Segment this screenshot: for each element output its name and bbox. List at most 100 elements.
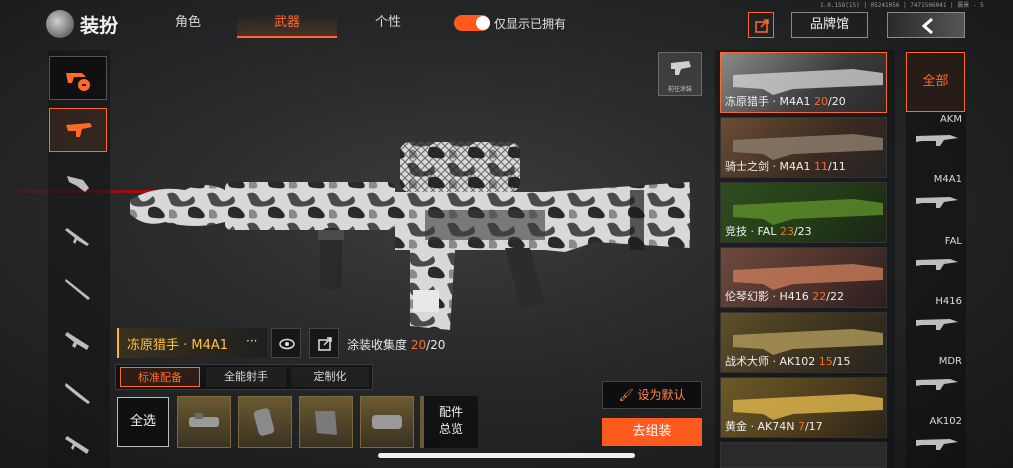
skin-count-total: /22 <box>826 290 844 303</box>
filter-label-mdr[interactable]: MDR <box>906 356 962 367</box>
skin-card-label: 伦琴幻影 · H416 22/22 <box>725 288 844 304</box>
skin-thumbnail <box>733 134 883 160</box>
skin-thumbnail <box>733 329 883 355</box>
skin-count-total: /20 <box>828 95 846 108</box>
stock-attachment-icon <box>315 411 337 435</box>
skin-name: 战术大师 · AK102 <box>725 355 819 368</box>
skin-thumbnail <box>733 69 883 95</box>
assault-rifle-icon <box>66 123 92 137</box>
filter-label-fal[interactable]: FAL <box>906 236 962 247</box>
ak102-icon[interactable] <box>914 434 960 452</box>
lock-tag-icon <box>66 73 90 91</box>
share-button[interactable] <box>748 12 774 38</box>
skin-count-current: 22 <box>812 290 827 303</box>
spray-gun-icon <box>671 61 691 75</box>
tab-weapon[interactable]: 武器 <box>237 14 337 38</box>
set-default-button[interactable]: 🖌 设为默认 <box>602 381 702 409</box>
skin-card[interactable]: 竞技 · FAL 23/23 <box>720 182 887 243</box>
more-options-button[interactable]: ··· <box>246 334 266 348</box>
skin-count-total: /23 <box>793 225 812 238</box>
filter-all[interactable]: 全部 <box>906 52 965 112</box>
skin-count-current: 11 <box>814 160 828 173</box>
tab-standard-loadout[interactable]: 标准配备 <box>120 367 200 387</box>
version-text: 1.0.158(15) | 05241056 | 7471506041 | 晨景… <box>820 2 984 9</box>
skin-card-label: 黄金 · AK74N 7/17 <box>725 418 823 434</box>
toggle-knob <box>476 16 490 30</box>
sidebar-item-rifle[interactable] <box>49 370 107 414</box>
sidebar-item-smg[interactable] <box>49 162 107 206</box>
fal-icon[interactable] <box>914 254 960 272</box>
skin-count-current: 23 <box>779 225 794 238</box>
skin-count-total: /15 <box>832 355 851 368</box>
akm-icon[interactable] <box>914 130 960 148</box>
go-to-paint-label: 前往涂装 <box>667 86 692 93</box>
mdr-icon[interactable] <box>914 374 960 392</box>
skin-thumbnail <box>733 264 883 290</box>
attachment-slot-stock[interactable] <box>299 396 353 448</box>
filter-label-h416[interactable]: H416 <box>906 296 962 307</box>
skin-thumbnail <box>733 199 883 225</box>
sidebar-item-featured[interactable] <box>49 56 107 100</box>
sidebar-item-shotgun[interactable] <box>49 318 107 362</box>
skin-name: 伦琴幻影 · H416 <box>725 290 813 303</box>
overview-label-line1: 配件 <box>438 405 463 419</box>
filter-label-ak102[interactable]: AK102 <box>906 416 963 427</box>
back-button[interactable] <box>887 12 965 38</box>
skin-card[interactable]: 伦琴幻影 · H416 22/22 <box>720 247 887 308</box>
share-icon <box>318 337 332 351</box>
home-indicator[interactable] <box>378 453 635 458</box>
share-skin-button[interactable] <box>309 328 339 358</box>
skin-card[interactable]: 骑士之剑 · M4A1 11/11 <box>720 117 887 178</box>
skin-name: 冻原猎手 · M4A1 <box>725 95 814 108</box>
skin-card[interactable]: 战术大师 · AK102 15/15 <box>720 312 887 373</box>
attachment-slot-grip[interactable] <box>238 396 292 448</box>
skin-card-label: 骑士之剑 · M4A1 11/11 <box>725 158 846 174</box>
tab-character[interactable]: 角色 <box>160 14 216 38</box>
skin-card[interactable]: 冻原猎手 · M4A1 20/20 <box>720 52 887 113</box>
filter-label-m4a1[interactable]: M4A1 <box>906 174 962 185</box>
shotgun-icon <box>65 332 89 350</box>
sidebar-item-lmg[interactable] <box>49 422 107 466</box>
collection-total: /20 <box>426 338 446 352</box>
go-assemble-button[interactable]: 去组装 <box>602 418 702 446</box>
set-default-label: 设为默认 <box>637 388 686 402</box>
smg-icon <box>67 176 89 192</box>
lmg-icon <box>65 436 89 454</box>
tab-allround-shooter[interactable]: 全能射手 <box>206 367 286 387</box>
grip-attachment-icon <box>253 408 275 436</box>
weapon-skin-name: 冻原猎手 · M4A1 <box>117 328 267 358</box>
select-all-button[interactable]: 全选 <box>117 397 169 447</box>
skin-card-partial[interactable] <box>720 442 887 468</box>
sidebar-item-assault-rifle[interactable] <box>49 108 107 152</box>
m4a1-icon[interactable] <box>914 192 960 210</box>
collection-progress: 涂装收集度 20/20 <box>347 336 445 353</box>
brand-hall-button[interactable]: 品牌馆 <box>791 12 868 38</box>
skin-name: 骑士之剑 · M4A1 <box>725 160 814 173</box>
sidebar-item-sniper[interactable] <box>49 266 107 310</box>
preview-eye-button[interactable] <box>271 328 301 358</box>
dmr-icon <box>65 228 89 246</box>
weapon-model-m4a1[interactable] <box>125 130 695 330</box>
attachment-slot-scope[interactable] <box>177 396 231 448</box>
skin-card[interactable]: 黄金 · AK74N 7/17 <box>720 377 887 438</box>
skin-name: 黄金 · AK74N <box>725 420 798 433</box>
page-title: 装扮 <box>80 15 119 37</box>
filter-label-akm[interactable]: AKM <box>906 114 962 125</box>
sidebar-item-dmr[interactable] <box>49 214 107 258</box>
back-chevron-icon <box>921 17 933 35</box>
tab-personality[interactable]: 个性 <box>360 14 416 38</box>
eye-icon <box>279 338 295 350</box>
skin-count-current: 15 <box>818 355 833 368</box>
tab-customized[interactable]: 定制化 <box>291 367 369 387</box>
skin-card-label: 竞技 · FAL 23/23 <box>725 223 812 239</box>
skin-count-total: /11 <box>828 160 846 173</box>
attachments-overview-button[interactable]: 配件 总览 <box>420 396 478 448</box>
rifle-icon <box>65 383 90 404</box>
collection-current: 20 <box>410 338 427 352</box>
h416-icon[interactable] <box>914 314 960 332</box>
skin-count-total: /17 <box>804 420 823 433</box>
skin-count-current: 20 <box>814 95 828 108</box>
skin-count-current: 7 <box>797 420 805 433</box>
attachment-slot-muzzle[interactable] <box>360 396 414 448</box>
brush-icon: 🖌 <box>618 388 634 402</box>
